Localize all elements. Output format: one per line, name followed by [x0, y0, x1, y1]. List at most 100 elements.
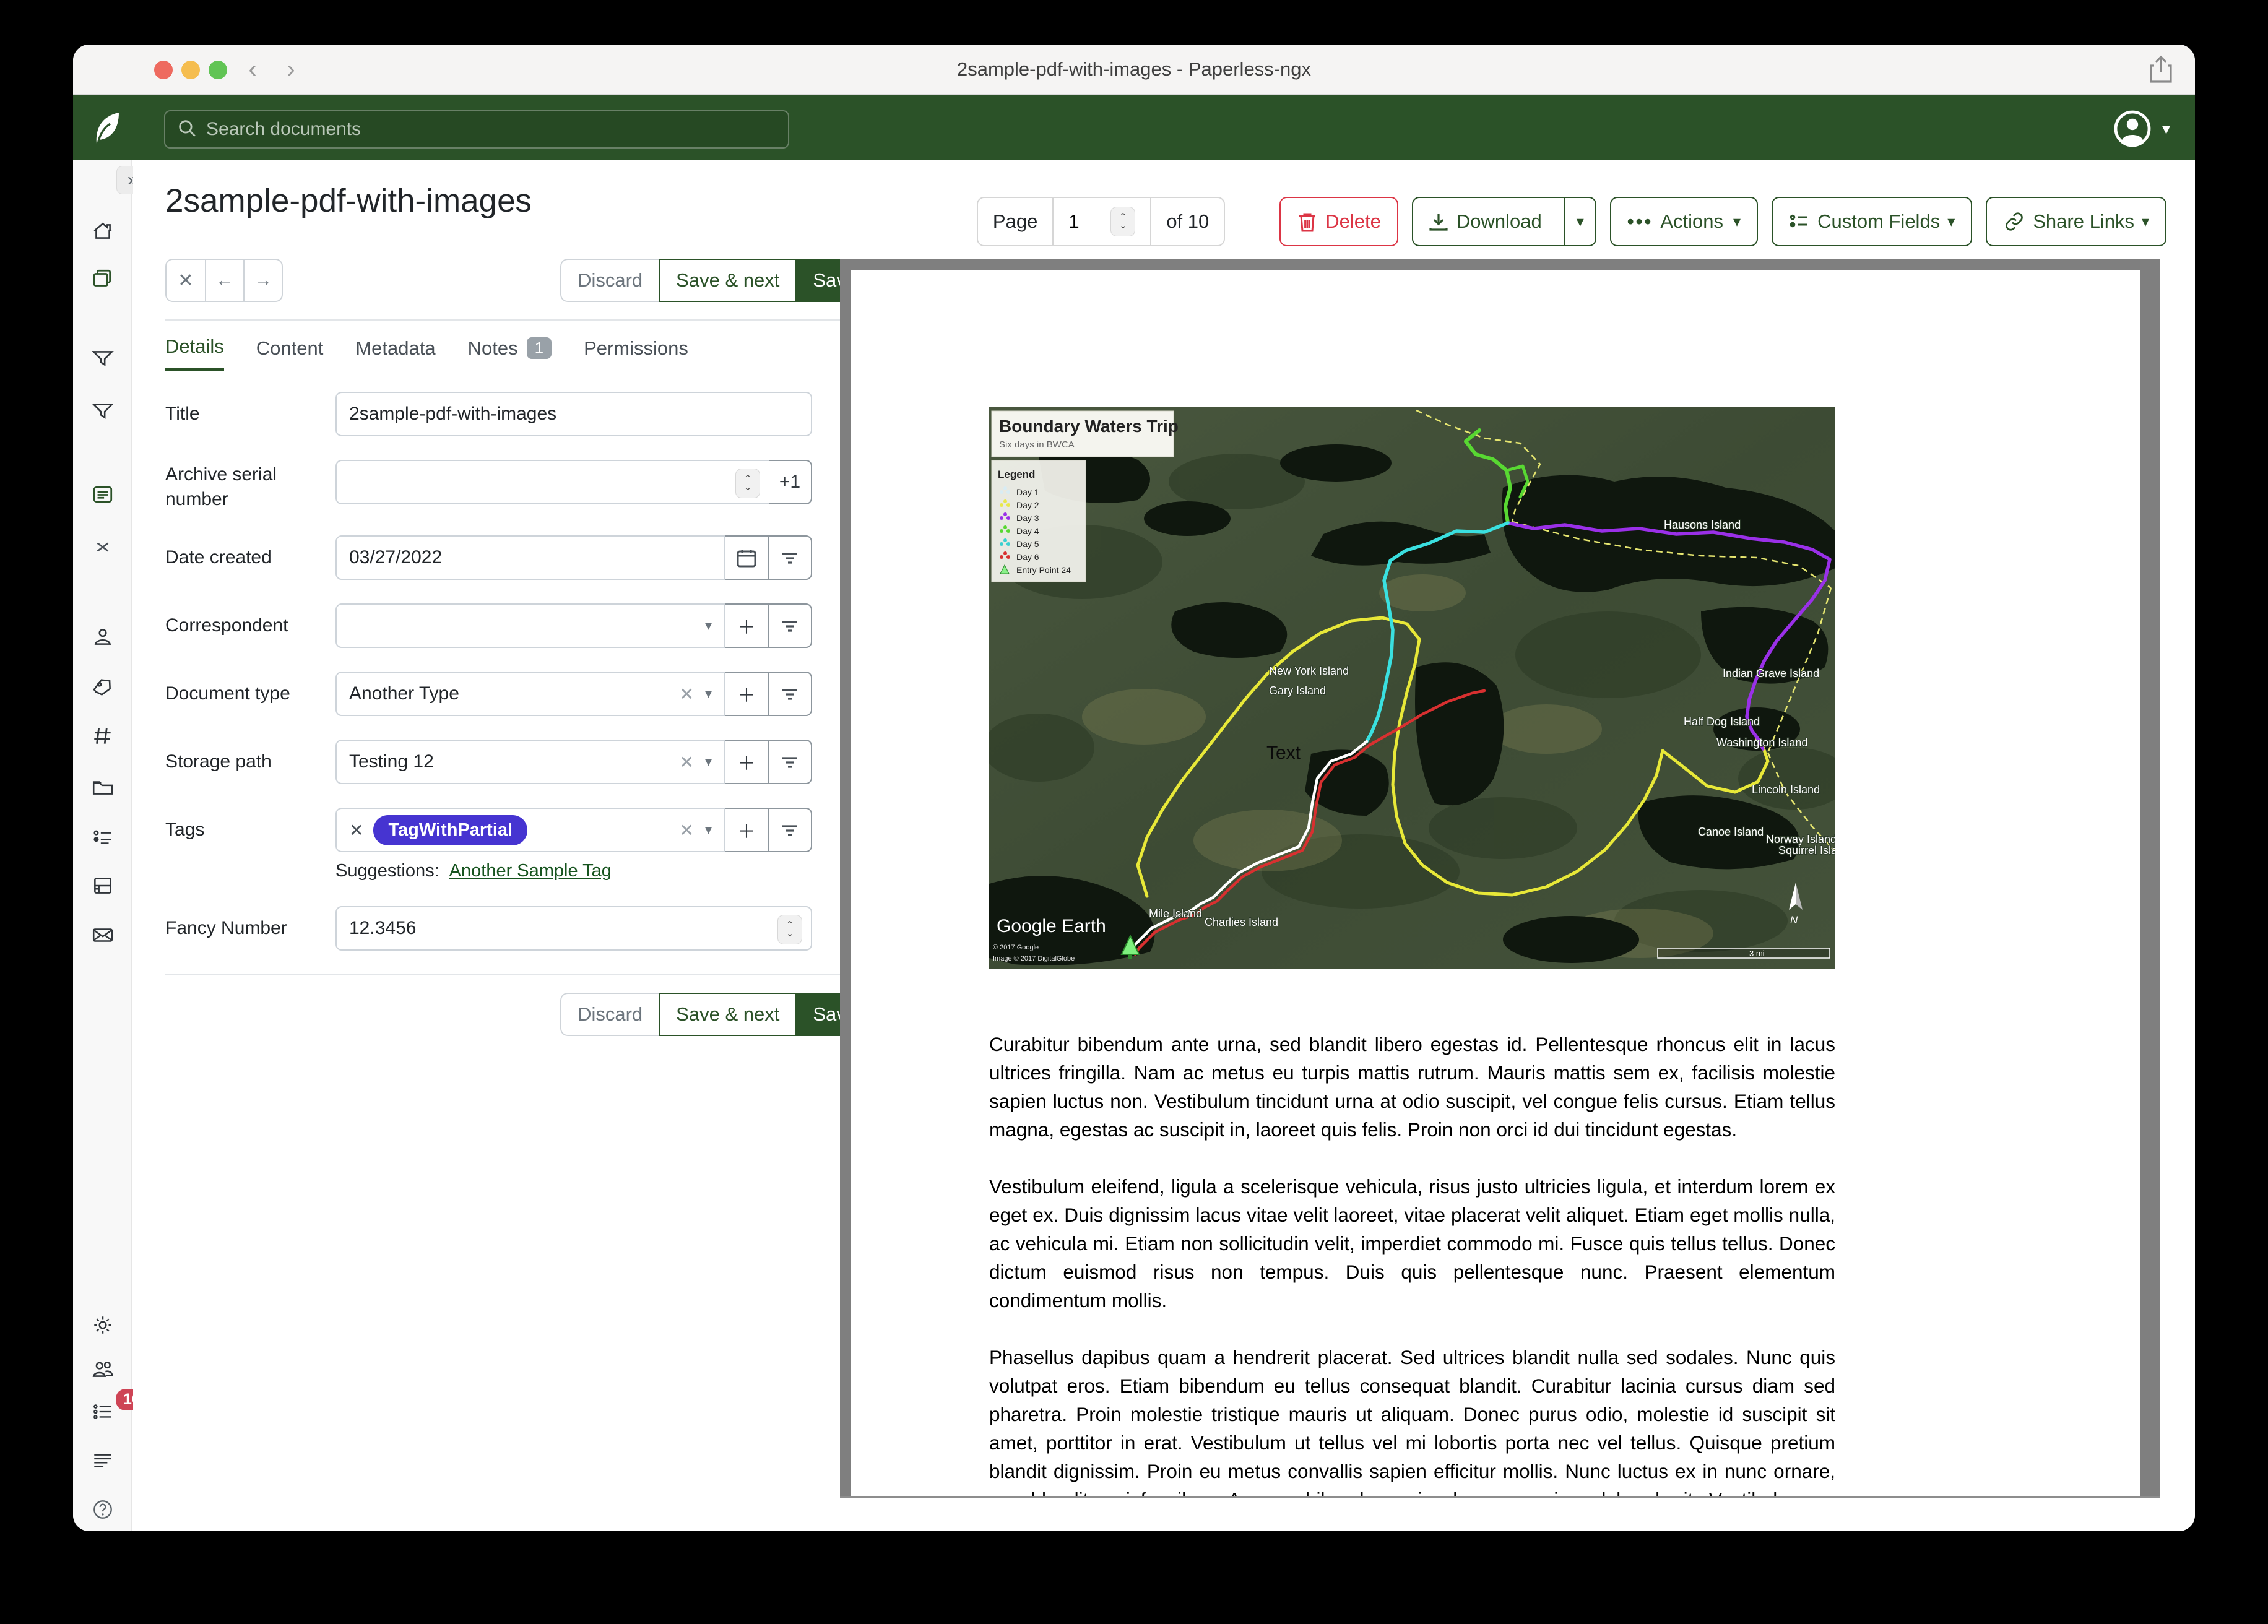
tab-content[interactable]: Content	[256, 335, 324, 371]
sidebar-item-close-document-icon[interactable]	[91, 535, 115, 559]
previous-doc-button[interactable]: ←	[205, 260, 243, 301]
svg-text:Boundary Waters Trip: Boundary Waters Trip	[999, 417, 1179, 436]
sidebar-item-saved-filter[interactable]	[91, 347, 115, 370]
app-header: ▾	[73, 95, 2195, 160]
sidebar-item-tags[interactable]	[91, 675, 115, 698]
scale-bar: 3 mi	[1658, 948, 1830, 958]
storage-clear-icon[interactable]: ✕	[679, 752, 693, 772]
sidebar-item-custom-fields[interactable]	[91, 825, 115, 849]
save-next-button-bottom[interactable]: Save & next	[659, 993, 797, 1036]
storage-field-label: Storage path	[165, 740, 335, 784]
svg-text:Day 3: Day 3	[1016, 513, 1039, 523]
custom-fields-button[interactable]: Custom Fields ▾	[1772, 197, 1972, 246]
save-next-button[interactable]: Save & next	[659, 259, 797, 302]
share-links-button[interactable]: Share Links ▾	[1986, 197, 2166, 246]
svg-text:Mile Island: Mile Island	[1149, 907, 1202, 920]
doctype-suggestions-button[interactable]	[768, 672, 812, 716]
sidebar-item-asn[interactable]	[91, 724, 115, 748]
actions-button[interactable]: ••• Actions ▾	[1610, 197, 1758, 246]
tab-permissions[interactable]: Permissions	[584, 335, 688, 371]
calendar-button[interactable]	[724, 535, 769, 580]
page-label: Page	[978, 198, 1052, 245]
map-text-annotation: Text	[1266, 743, 1301, 763]
sidebar-item-documents[interactable]	[91, 267, 115, 291]
doctype-select[interactable]: Another Type ✕▾	[335, 672, 725, 716]
sidebar: »	[73, 160, 132, 1531]
fancy-number-stepper[interactable]: ⌃⌄	[777, 915, 802, 944]
add-tag-button[interactable]: ＋	[724, 808, 769, 852]
sidebar-item-filter-2[interactable]	[91, 399, 115, 423]
sidebar-item-dashboard[interactable]	[91, 220, 115, 243]
svg-text:Day 5: Day 5	[1016, 539, 1039, 549]
search-icon	[176, 118, 197, 142]
download-caret-icon[interactable]: ▾	[1564, 198, 1595, 245]
sidebar-item-tasks[interactable]: 16	[91, 1400, 115, 1423]
tab-notes[interactable]: Notes 1	[468, 335, 552, 371]
sidebar-item-mail[interactable]	[91, 923, 115, 947]
svg-text:Legend: Legend	[998, 469, 1035, 480]
svg-text:Washington Island: Washington Island	[1716, 736, 1807, 749]
discard-button-bottom[interactable]: Discard	[560, 993, 659, 1036]
fancy-number-input[interactable]	[349, 918, 799, 939]
page-number-input[interactable]	[1068, 210, 1103, 233]
sidebar-item-document-types[interactable]	[91, 775, 115, 799]
asn-input[interactable]	[349, 472, 756, 493]
add-correspondent-button[interactable]: ＋	[724, 603, 769, 648]
svg-text:Norway Island: Norway Island	[1766, 833, 1835, 845]
title-field-label: Title	[165, 392, 335, 436]
window-title: 2sample-pdf-with-images - Paperless-ngx	[73, 58, 2195, 80]
search-input[interactable]	[206, 119, 777, 140]
tags-select[interactable]: ✕ TagWithPartial ✕▾	[335, 808, 725, 852]
sidebar-item-open-document[interactable]	[91, 483, 115, 506]
paragraph: Curabitur bibendum ante urna, sed blandi…	[989, 1030, 1835, 1144]
sidebar-item-correspondents[interactable]	[91, 625, 115, 649]
correspondent-suggestions-button[interactable]	[768, 603, 812, 648]
asn-stepper[interactable]: ⌃⌄	[735, 469, 760, 498]
close-doc-button[interactable]: ✕	[167, 260, 205, 301]
filter-lines-icon	[779, 683, 801, 705]
suggestion-tag-link[interactable]: Another Sample Tag	[449, 861, 612, 881]
date-suggestions-button[interactable]	[768, 535, 812, 580]
doctype-clear-icon[interactable]: ✕	[679, 684, 693, 704]
sidebar-item-logs[interactable]	[91, 1448, 115, 1472]
svg-text:Six days in BWCA: Six days in BWCA	[999, 439, 1075, 450]
pdf-viewer[interactable]: Hausons Island New York Island Gary Isla…	[840, 259, 2160, 1498]
svg-text:3 mi: 3 mi	[1749, 949, 1765, 958]
download-button[interactable]: Download ▾	[1412, 197, 1596, 246]
discard-button[interactable]: Discard	[560, 259, 659, 302]
next-doc-button[interactable]: →	[243, 260, 282, 301]
svg-text:Half Dog Island: Half Dog Island	[1684, 715, 1760, 728]
tab-metadata[interactable]: Metadata	[355, 335, 435, 371]
filter-lines-icon	[779, 819, 801, 841]
svg-text:Image © 2017 DigitalGlobe: Image © 2017 DigitalGlobe	[993, 955, 1075, 962]
storage-select[interactable]: Testing 12 ✕▾	[335, 740, 725, 784]
add-storage-button[interactable]: ＋	[724, 740, 769, 784]
sidebar-item-settings[interactable]	[91, 1313, 115, 1337]
tab-details[interactable]: Details	[165, 335, 224, 371]
storage-caret-icon: ▾	[705, 754, 712, 770]
user-menu[interactable]: ▾	[2113, 109, 2170, 149]
page-stepper[interactable]: ⌃⌄	[1110, 207, 1135, 236]
svg-text:Charlies Island: Charlies Island	[1205, 916, 1278, 928]
sidebar-item-storage-paths[interactable]	[91, 874, 115, 897]
sidebar-item-users-groups[interactable]	[91, 1358, 115, 1381]
avatar-icon	[2113, 109, 2152, 149]
tags-suggestions-button[interactable]	[768, 808, 812, 852]
storage-suggestions-button[interactable]	[768, 740, 812, 784]
tag-remove-icon[interactable]: ✕	[349, 820, 363, 840]
asn-plus-one-button[interactable]: +1	[768, 460, 812, 504]
delete-button[interactable]: Delete	[1279, 197, 1398, 246]
tags-field-label: Tags	[165, 808, 335, 852]
correspondent-select[interactable]: ▾	[335, 603, 725, 648]
date-created-input[interactable]	[349, 547, 712, 568]
title-input[interactable]	[349, 404, 799, 425]
add-doctype-button[interactable]: ＋	[724, 672, 769, 716]
pdf-text: Curabitur bibendum ante urna, sed blandi…	[989, 1030, 1835, 1498]
details-form: Title Archive serial number ⌃⌄ +1 Date c…	[165, 392, 874, 1036]
tags-clear-icon[interactable]: ✕	[679, 820, 693, 840]
share-icon[interactable]	[2147, 54, 2175, 89]
svg-text:Indian Grave Island: Indian Grave Island	[1723, 667, 1819, 680]
tag-chip: TagWithPartial	[373, 815, 527, 845]
sidebar-item-help[interactable]	[91, 1498, 115, 1521]
download-icon	[1428, 211, 1449, 232]
